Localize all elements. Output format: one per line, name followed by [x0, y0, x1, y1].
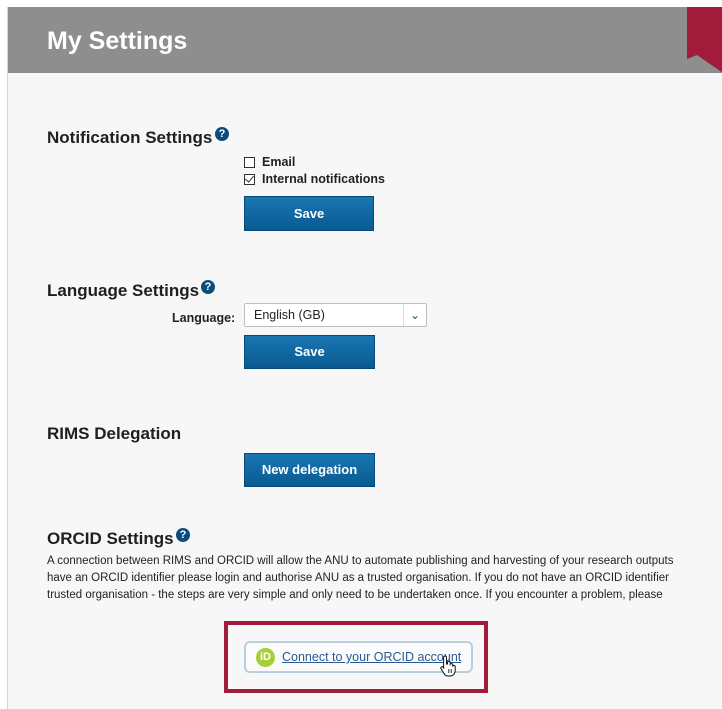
chevron-down-icon[interactable]: ⌄	[403, 304, 426, 326]
notification-save-button[interactable]: Save	[244, 196, 374, 231]
language-settings-title: Language Settings	[47, 281, 200, 300]
notification-help-icon[interactable]: ?	[215, 127, 229, 141]
orcid-description-line: have an ORCID identifier please login an…	[47, 572, 669, 584]
orcid-description: A connection between RIMS and ORCID will…	[47, 553, 722, 604]
new-delegation-button[interactable]: New delegation	[244, 453, 375, 487]
rims-delegation-title: RIMS Delegation	[47, 424, 182, 443]
internal-notifications-option[interactable]: Internal notifications	[244, 172, 385, 186]
internal-notifications-checkbox[interactable]	[244, 173, 255, 185]
connect-orcid-link[interactable]: Connect to your ORCID account	[282, 650, 461, 664]
orcid-help-icon[interactable]: ?	[176, 528, 190, 542]
orcid-description-line: trusted organisation - the steps are ver…	[47, 589, 663, 601]
notification-settings-title: Notification Settings	[47, 128, 213, 147]
page-title: My Settings	[47, 27, 188, 55]
language-help-icon[interactable]: ?	[201, 280, 215, 294]
orcid-id-icon: iD	[256, 647, 275, 667]
page-header: My Settings	[8, 7, 722, 73]
language-select[interactable]: English (GB) ⌄	[244, 303, 427, 327]
hand-pointer-icon	[440, 655, 456, 677]
email-label: Email	[262, 155, 296, 169]
language-save-button[interactable]: Save	[244, 335, 375, 369]
internal-notifications-label: Internal notifications	[262, 172, 385, 186]
settings-panel: My Settings Notification Settings ? Emai…	[7, 7, 722, 709]
email-option[interactable]: Email	[244, 155, 295, 169]
orcid-description-line: A connection between RIMS and ORCID will…	[47, 555, 674, 567]
email-checkbox[interactable]	[244, 156, 255, 168]
orcid-settings-title: ORCID Settings	[47, 529, 174, 548]
language-field-label: Language:	[172, 311, 236, 325]
connect-orcid-button[interactable]: iD Connect to your ORCID account	[244, 641, 473, 673]
corner-ribbon	[687, 7, 722, 73]
language-selected-value: English (GB)	[254, 308, 325, 322]
